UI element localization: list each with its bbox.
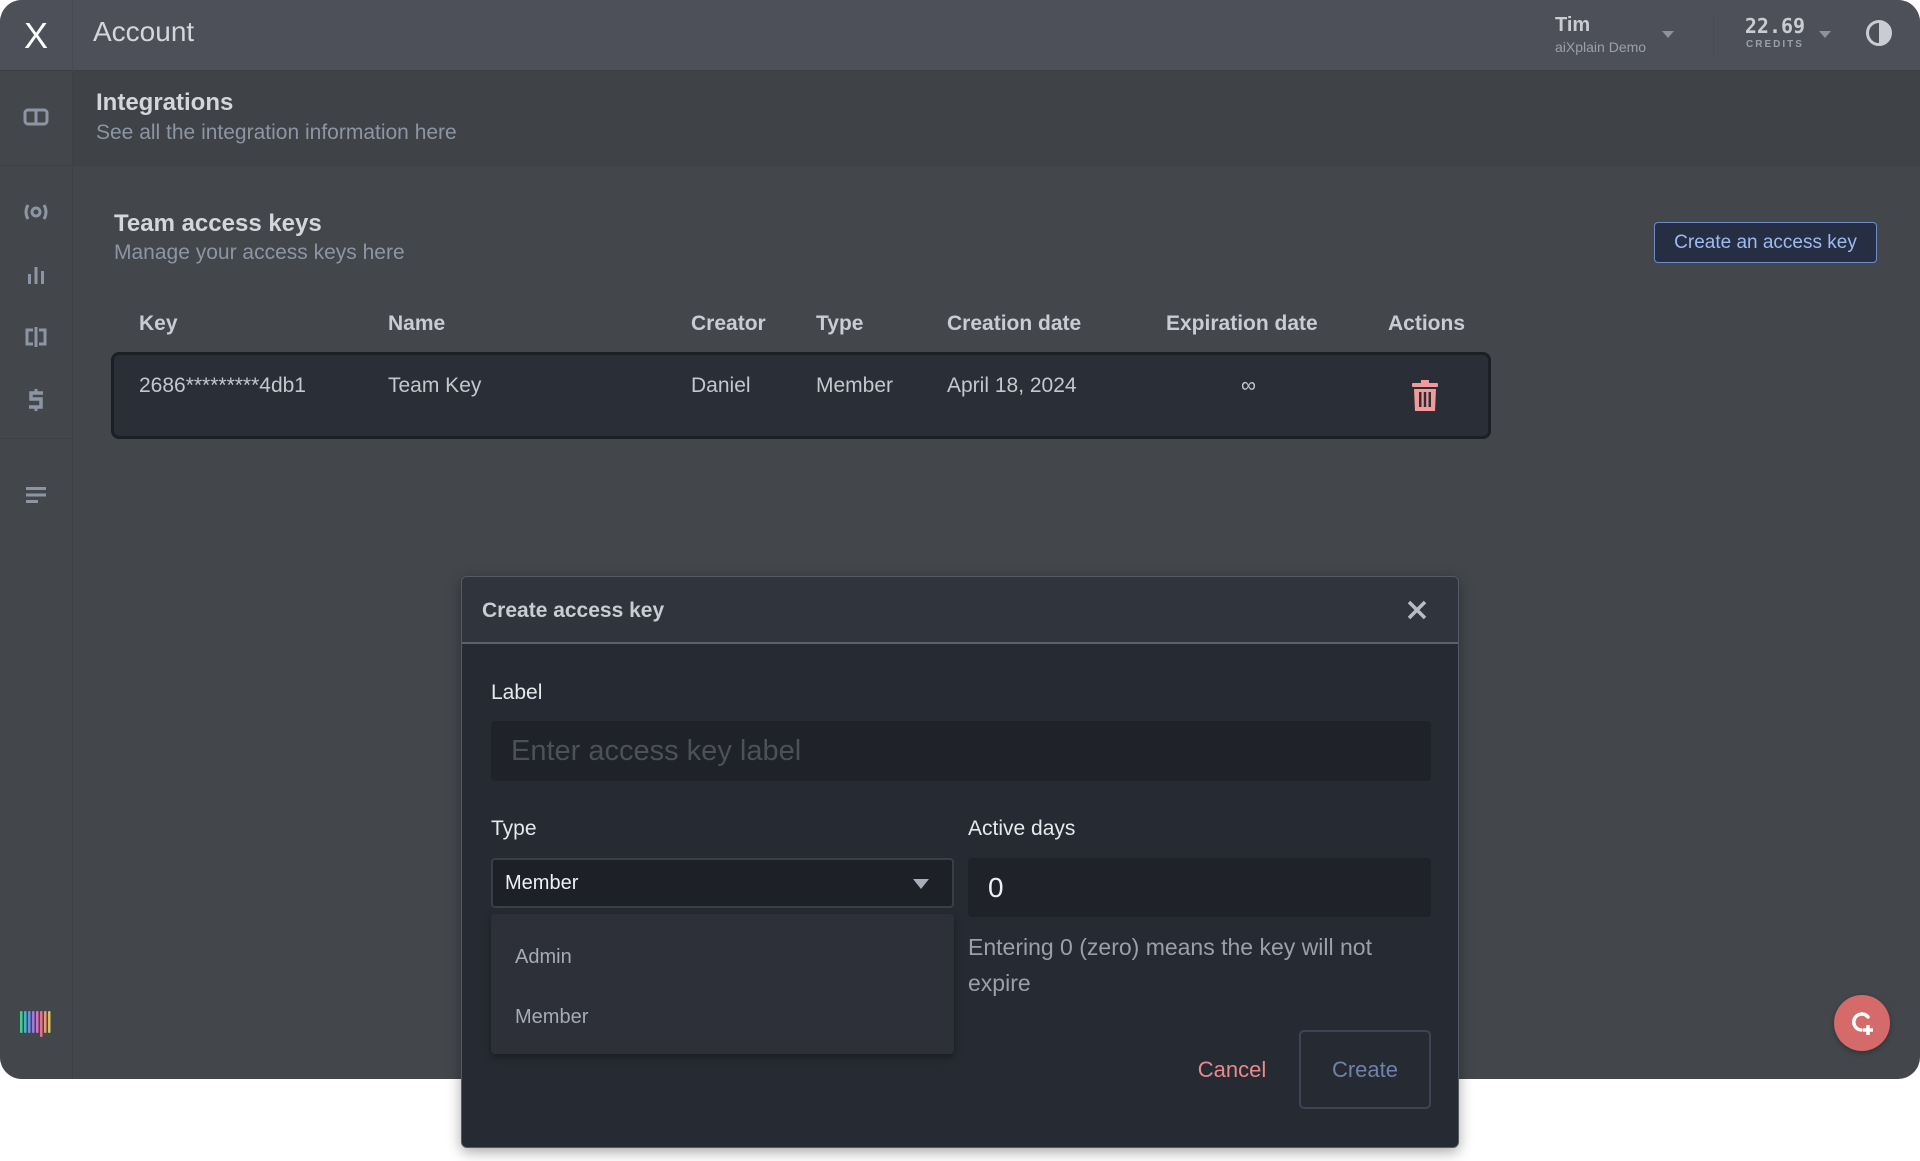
- cell-expiration-date: ∞: [1241, 374, 1256, 397]
- cancel-button[interactable]: Cancel: [1177, 1030, 1287, 1109]
- list-icon[interactable]: [22, 481, 50, 509]
- type-dropdown-menu: Admin Member: [491, 914, 954, 1054]
- integrations-title: Integrations: [96, 89, 234, 116]
- column-header-actions: Actions: [1388, 312, 1466, 335]
- active-days-label: Active days: [968, 817, 1076, 840]
- cell-name: Team Key: [388, 374, 482, 397]
- type-option-member[interactable]: Member: [491, 991, 954, 1043]
- dashboard-icon[interactable]: [22, 103, 50, 131]
- column-header-creation-date: Creation date: [947, 312, 1082, 335]
- type-field-label: Type: [491, 817, 537, 840]
- support-chat-button[interactable]: [1834, 995, 1890, 1051]
- billing-icon[interactable]: [22, 386, 50, 414]
- app-logo[interactable]: X: [0, 0, 73, 71]
- column-header-expiration-date: Expiration date: [1166, 312, 1318, 335]
- chevron-down-icon: [913, 879, 929, 889]
- user-name: Tim: [1555, 14, 1591, 36]
- table-row: [111, 352, 1491, 439]
- column-header-key: Key: [139, 312, 178, 335]
- cell-key: 2686*********4db1: [139, 374, 306, 397]
- brand-logo-icon[interactable]: [18, 1006, 54, 1042]
- modal-header: Create access key: [462, 577, 1458, 644]
- section-title: Team access keys: [114, 210, 322, 237]
- broadcast-icon[interactable]: [22, 198, 50, 226]
- cell-type: Member: [816, 374, 894, 397]
- modal-title: Create access key: [482, 599, 665, 622]
- user-chevron-down-icon[interactable]: [1662, 31, 1674, 38]
- split-icon[interactable]: [22, 323, 50, 351]
- type-select-value: Member: [505, 872, 579, 894]
- create-access-key-button[interactable]: Create an access key: [1654, 222, 1877, 263]
- column-header-name: Name: [388, 312, 446, 335]
- sidebar-divider: [0, 165, 73, 166]
- integrations-header: Integrations See all the integration inf…: [73, 71, 1920, 166]
- credits-label: CREDITS: [1746, 39, 1804, 50]
- theme-toggle-icon[interactable]: [1866, 20, 1892, 46]
- label-input[interactable]: [491, 721, 1431, 781]
- user-org: aiXplain Demo: [1555, 39, 1647, 55]
- cell-creator: Daniel: [691, 374, 751, 397]
- top-bar: X Account Tim aiXplain Demo 22.69 CREDIT…: [0, 0, 1920, 71]
- divider: [1713, 16, 1714, 56]
- credits-chevron-down-icon[interactable]: [1819, 31, 1831, 38]
- bar-chart-icon[interactable]: [22, 261, 50, 289]
- sidebar: [0, 71, 73, 1079]
- type-select[interactable]: Member: [491, 858, 954, 908]
- sidebar-divider: [0, 438, 73, 439]
- credits-value: 22.69: [1744, 14, 1806, 38]
- create-button[interactable]: Create: [1299, 1030, 1431, 1109]
- page-title: Account: [93, 16, 195, 47]
- delete-key-icon[interactable]: [1411, 380, 1439, 412]
- chat-add-icon: [1852, 1012, 1873, 1035]
- cell-creation-date: April 18, 2024: [947, 374, 1077, 397]
- section-description: Manage your access keys here: [114, 241, 405, 264]
- create-access-key-modal: Create access key Label Type Member Admi…: [461, 576, 1459, 1148]
- type-option-admin[interactable]: Admin: [491, 931, 954, 983]
- column-header-type: Type: [816, 312, 864, 335]
- integrations-description: See all the integration information here: [96, 121, 457, 144]
- active-days-input[interactable]: [968, 858, 1431, 917]
- label-field-label: Label: [491, 681, 543, 704]
- credits-display[interactable]: 22.69 CREDITS: [1742, 14, 1808, 50]
- user-menu[interactable]: Tim aiXplain Demo: [1555, 14, 1646, 55]
- close-icon[interactable]: [1402, 595, 1432, 625]
- column-header-creator: Creator: [691, 312, 766, 335]
- active-days-hint: Entering 0 (zero) means the key will not…: [968, 934, 1372, 996]
